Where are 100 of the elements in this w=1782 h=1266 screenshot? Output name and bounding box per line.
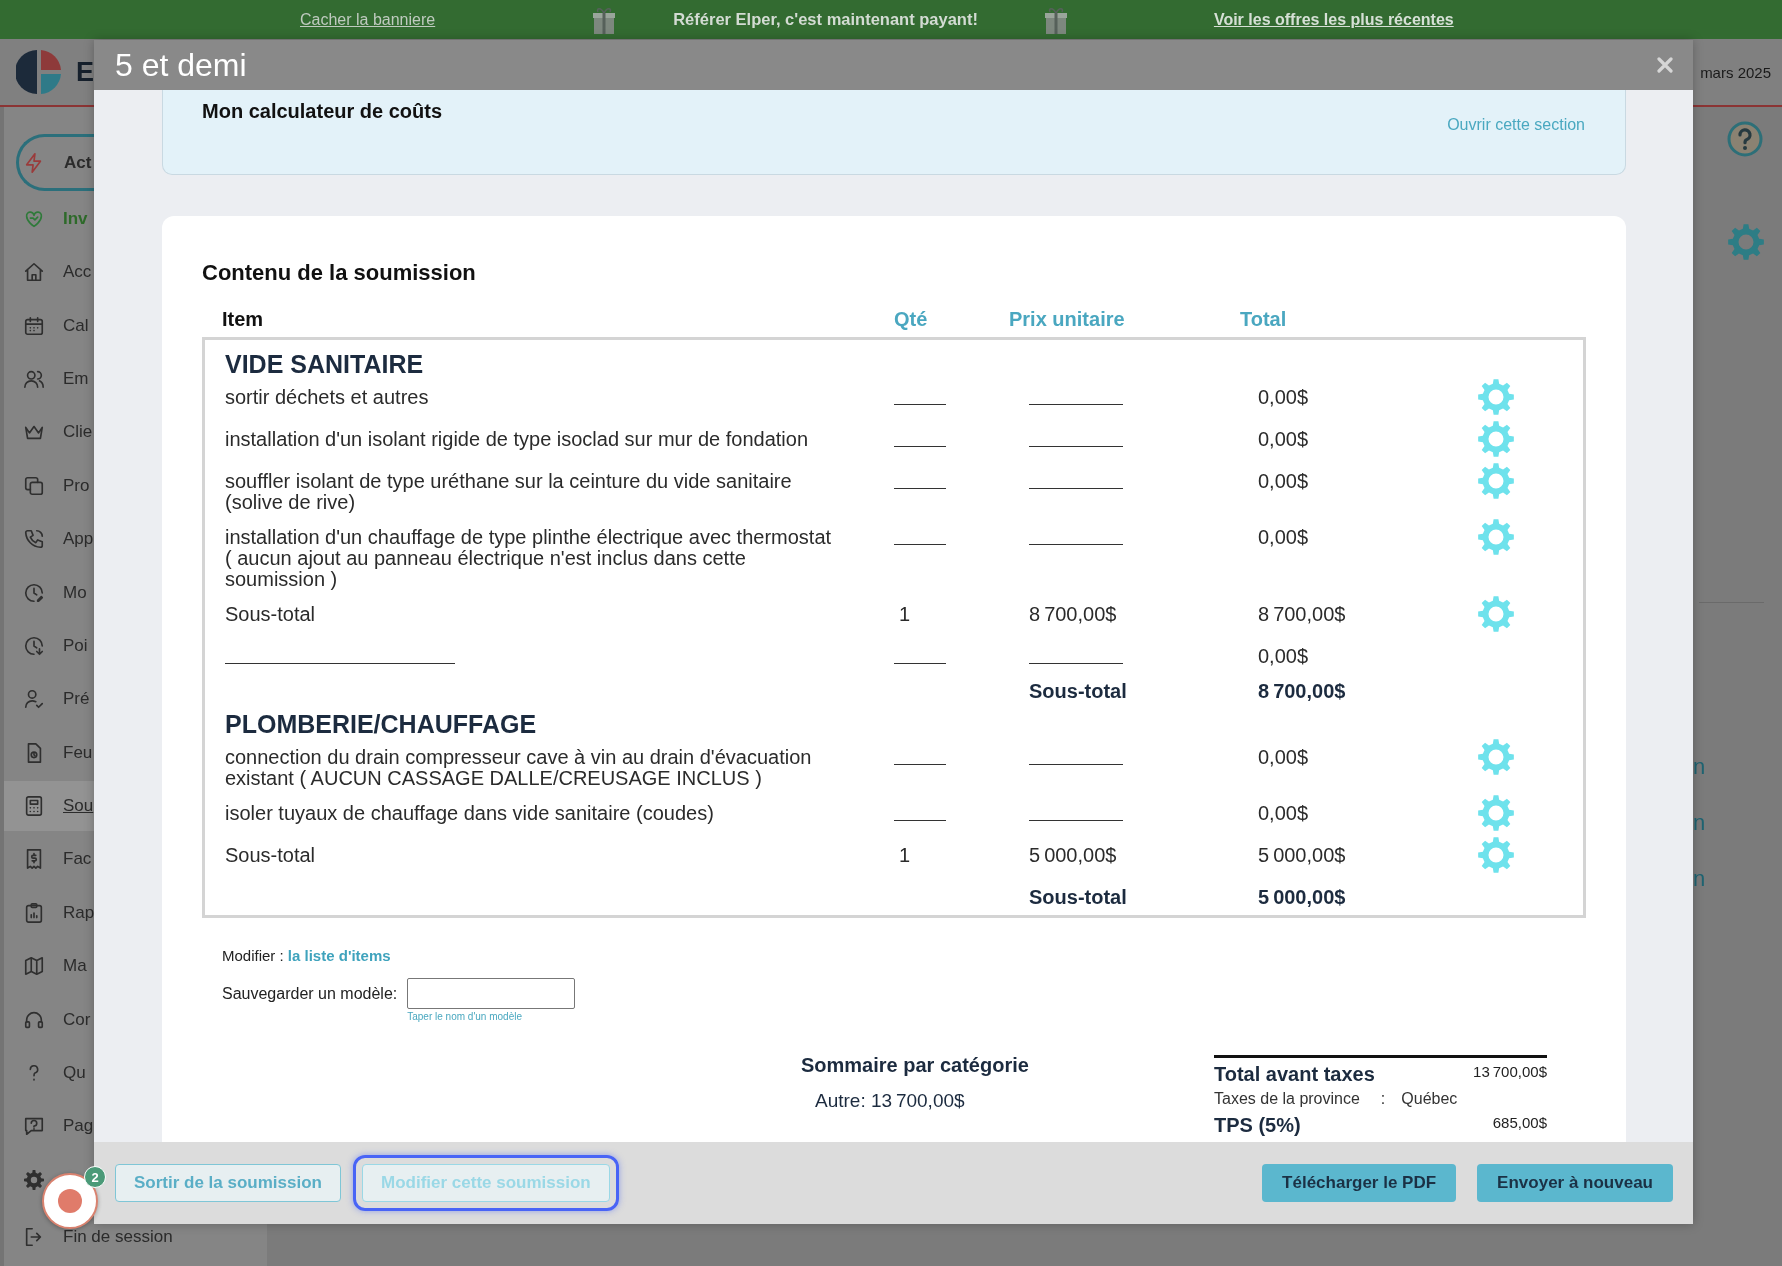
map-icon <box>23 955 45 978</box>
sidebar-item[interactable]: Clie <box>4 420 94 445</box>
total-amount: 13 700,00$ <box>1473 1063 1547 1081</box>
total-text: 8 700,00$ <box>1258 604 1346 625</box>
calculator-icon <box>23 795 45 818</box>
tax-label: Taxes de la province <box>1214 1089 1360 1109</box>
section-title: Contenu de la soumission <box>202 260 476 286</box>
logo-icon <box>16 49 62 95</box>
sidebar-item[interactable]: Cor <box>4 1007 94 1032</box>
clock-icon <box>23 581 45 604</box>
sidebar-item[interactable]: Pro <box>4 473 94 498</box>
column-header: Item <box>222 307 264 331</box>
template-label: Sauvegarder un modèle: <box>222 984 398 1004</box>
clipboard-icon <box>23 901 45 924</box>
item-list-link[interactable]: la liste d'items <box>287 947 391 964</box>
settings-icon[interactable] <box>1478 795 1514 831</box>
item-description: souffler isolant de type uréthane sur la ceinture du vide sanitaire (solive de rive) <box>225 471 792 513</box>
phone-icon <box>23 528 45 551</box>
house-icon <box>23 261 45 284</box>
category-title: VIDE SANITAIRE <box>225 349 424 379</box>
sidebar-item[interactable]: Pré <box>4 687 94 712</box>
total-text: 5 000,00$ <box>1258 845 1346 866</box>
banner-message: Référer Elper, c'est maintenant payant! <box>673 10 978 29</box>
sidebar-item[interactable]: Mo <box>4 580 94 605</box>
item-description: Sous-total <box>225 604 316 625</box>
logo-letter: E <box>76 57 94 87</box>
sidebar-item[interactable]: Feu <box>4 740 94 765</box>
settings-icon[interactable] <box>1478 596 1514 632</box>
item-description: connection du drain compresseur cave à vin au drain d'évacuation existant ( AUCUN CASSAGE DALLE/CREUSAGE INCLUS ) <box>225 747 812 789</box>
documents-icon <box>23 474 45 497</box>
total-text: 0,00$ <box>1258 429 1309 450</box>
subtotal-amount: 5 000,00$ <box>1258 887 1346 908</box>
settings-icon[interactable] <box>1478 837 1514 873</box>
sidebar-item[interactable]: Em <box>4 367 94 392</box>
offers-link[interactable]: Voir les offres les plus récentes <box>1213 10 1454 29</box>
subtotal-label: Sous-total <box>1029 887 1127 908</box>
calendar-icon <box>23 314 45 337</box>
total-label: Total avant taxes <box>1214 1062 1375 1086</box>
edit-list-text: Modifier : la liste d'items <box>222 947 391 965</box>
chat-icon <box>23 1115 45 1138</box>
exit-button[interactable]: Sortir de la soumission <box>115 1164 341 1202</box>
settings-icon[interactable] <box>1478 519 1514 555</box>
item-description: isoler tuyaux de chauffage dans vide sanitaire (coudes) <box>225 803 714 824</box>
subtotal-amount: 8 700,00$ <box>1258 681 1346 702</box>
sidebar-item[interactable]: Acc <box>4 260 94 285</box>
unit-price-text: 8 700,00$ <box>1029 604 1117 625</box>
column-header: Qté <box>894 307 928 331</box>
sidebar-item[interactable]: Ma <box>4 954 94 979</box>
summary-line: Autre: 13 700,00$ <box>815 1089 965 1113</box>
section-title: Mon calculateur de coûts <box>202 99 443 124</box>
hide-banner-link[interactable]: Cacher la banniere <box>300 10 436 29</box>
total-text: 0,00$ <box>1258 747 1309 768</box>
total-text: 0,00$ <box>1258 471 1309 492</box>
unit-price-text: 5 000,00$ <box>1029 845 1117 866</box>
total-text: 0,00$ <box>1258 803 1309 824</box>
separator-text: : <box>1380 1089 1386 1109</box>
clock-icon <box>23 635 45 657</box>
sidebar-item[interactable]: Cal <box>4 313 94 338</box>
sidebar-item[interactable]: Fac <box>4 847 94 872</box>
total-amount: 685,00$ <box>1492 1114 1547 1132</box>
dot-icon <box>58 1189 82 1213</box>
settings-icon[interactable] <box>1728 224 1764 260</box>
settings-icon[interactable] <box>1478 463 1514 499</box>
item-description: sortir déchets et autres <box>225 387 429 408</box>
item-description: installation d'un isolant rigide de type isoclad sur mur de fondation <box>225 429 809 450</box>
people-icon <box>23 368 45 391</box>
gear-icon <box>23 1168 45 1191</box>
quantity-text: 1 <box>898 845 911 866</box>
template-name-field[interactable] <box>407 978 576 1009</box>
province-text: Québec <box>1401 1089 1458 1109</box>
open-section-link[interactable]: Ouvrir cette section <box>1447 116 1585 134</box>
category-title: PLOMBERIE/CHAUFFAGE <box>225 709 537 739</box>
quantity-text: 1 <box>898 604 911 625</box>
settings-icon[interactable] <box>1478 379 1514 415</box>
total-text: 0,00$ <box>1258 387 1309 408</box>
sidebar-item[interactable]: Pag <box>4 1114 94 1139</box>
subtotal-label: Sous-total <box>1029 681 1127 702</box>
sidebar-item[interactable]: Rap <box>4 900 94 925</box>
settings-icon[interactable] <box>1478 421 1514 457</box>
person-check-icon <box>23 688 45 711</box>
close-icon[interactable] <box>1657 57 1673 73</box>
sidebar-item[interactable]: Sou <box>4 781 94 832</box>
modal-title: 5 et demi <box>115 46 247 84</box>
sidebar-item[interactable]: App <box>4 527 94 552</box>
summary-title: Sommaire par catégorie <box>801 1053 1029 1077</box>
resend-button[interactable]: Envoyer à nouveau <box>1477 1164 1673 1202</box>
sidebar-item[interactable]: Fin de session <box>4 1225 173 1250</box>
column-header: Total <box>1240 307 1287 331</box>
total-text: 0,00$ <box>1258 527 1309 548</box>
sidebar-item[interactable]: Qu <box>4 1061 94 1085</box>
download-pdf-button[interactable]: Télécharger le PDF <box>1262 1164 1457 1202</box>
sidebar-item[interactable]: Poi <box>4 634 94 658</box>
column-header: Prix unitaire <box>1009 307 1125 331</box>
settings-icon[interactable] <box>1478 739 1514 775</box>
field-hint: Taper le nom d'un modèle <box>407 1011 522 1023</box>
help-icon[interactable] <box>1727 121 1763 157</box>
date-text: mars 2025 <box>1700 63 1771 81</box>
item-description: Sous-total <box>225 845 316 866</box>
heart-icon <box>23 208 45 230</box>
total-label: TPS (5%) <box>1214 1113 1301 1137</box>
